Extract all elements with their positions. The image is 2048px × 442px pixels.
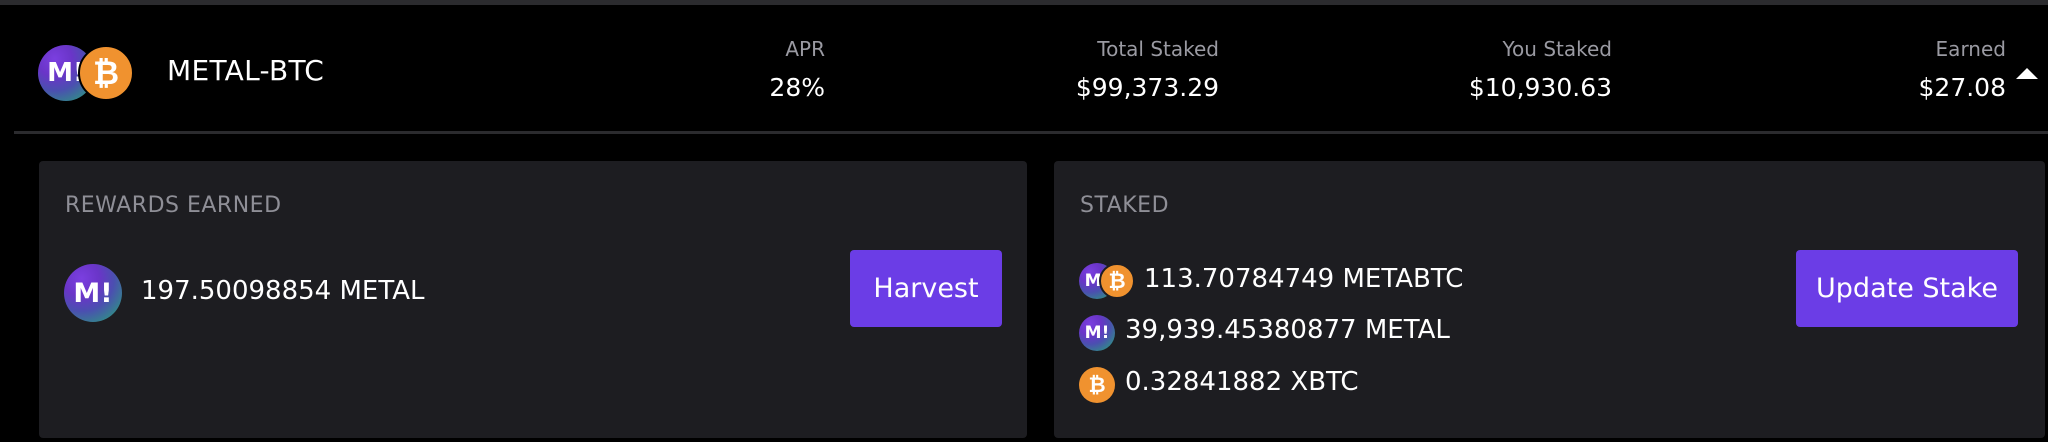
rewards-amount: 197.50098854 METAL [141,276,425,306]
staked-card: STAKED M! ₿ 113.70784749 METABTC M! 39,9… [1054,161,2045,438]
metal-icon: M! [1079,315,1115,351]
staked-title: STAKED [1080,193,1170,218]
rewards-title: REWARDS EARNED [65,193,282,218]
stat-you-staked-value: $10,930.63 [1468,73,1612,102]
pool-row-header[interactable]: M! ₿ METAL-BTC APR 28% Total Staked $99,… [0,5,2048,132]
staked-amount-xbtc: 0.32841882 XBTC [1125,367,1359,397]
btc-icon: ₿ [1079,367,1115,403]
stat-total-staked-label: Total Staked [1097,37,1219,61]
stat-apr: APR 28% [769,35,825,105]
staked-amount-metabtc: 113.70784749 METABTC [1144,264,1464,294]
btc-icon: ₿ [78,45,134,101]
rewards-card: REWARDS EARNED M! 197.50098854 METAL Har… [39,161,1027,438]
metal-icon: M! [64,264,122,322]
stat-earned: Earned $27.08 [1919,35,2006,105]
stat-apr-value: 28% [769,73,825,102]
pair-icon: M! ₿ [38,45,138,105]
chevron-up-icon[interactable] [2016,68,2038,79]
stat-earned-label: Earned [1935,37,2006,61]
btc-icon: ₿ [1099,263,1135,299]
update-stake-button[interactable]: Update Stake [1796,250,2018,327]
harvest-button[interactable]: Harvest [850,250,1002,327]
staked-amount-metal: 39,939.45380877 METAL [1125,315,1450,345]
stat-total-staked: Total Staked $99,373.29 [1076,35,1219,105]
stat-apr-label: APR [785,37,825,61]
pool-name: METAL-BTC [167,54,325,87]
stat-earned-value: $27.08 [1918,73,2006,102]
row-divider [14,131,2048,134]
stat-you-staked-label: You Staked [1502,37,1613,61]
stat-you-staked: You Staked $10,930.63 [1469,35,1612,105]
stat-total-staked-value: $99,373.29 [1075,73,1219,102]
